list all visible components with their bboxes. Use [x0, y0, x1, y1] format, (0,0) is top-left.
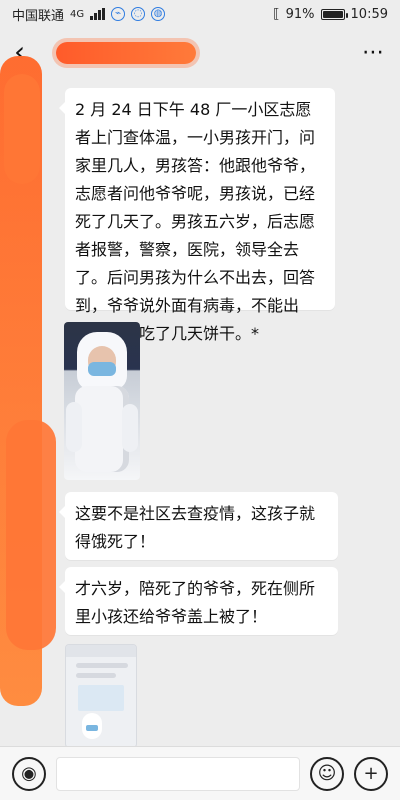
signal-icon — [90, 8, 106, 20]
account-icon: ◌ — [131, 7, 146, 21]
photo-child-arm-right — [122, 404, 138, 452]
message-bubble: 这要不是社区去查疫情，这孩子就得饿死了！ — [59, 492, 338, 560]
avatar-redaction — [4, 74, 40, 184]
wifi-icon: ⌁ — [111, 7, 126, 21]
photo-child-body — [75, 386, 129, 472]
chat-input-bar: ◉ ☺ + — [0, 746, 400, 800]
sender-redaction — [6, 420, 56, 650]
battery-icon — [320, 8, 348, 20]
time-label: 10:59 — [350, 6, 388, 22]
message-text: 2 月 24 日下午 48 厂一小区志愿者上门查体温，一小男孩开门，问家里几人，… — [75, 100, 316, 343]
emoji-icon: ☺ — [317, 763, 337, 784]
plus-icon: + — [363, 763, 379, 784]
status-right: ⟦ 91% 10:59 — [273, 7, 388, 22]
message-input[interactable] — [56, 756, 300, 791]
shared-screenshot-thumbnail[interactable] — [65, 644, 137, 748]
battery-label: 91% — [285, 6, 315, 22]
shield-icon: ◍ — [151, 7, 166, 21]
message-text: 这要不是社区去查疫情，这孩子就得饿死了！ — [75, 504, 316, 551]
more-icon: ⋯ — [362, 39, 386, 65]
vibrate-icon: ⟦ — [273, 6, 280, 22]
thumbnail-header — [66, 645, 136, 657]
chat-photo[interactable] — [64, 322, 140, 480]
chat-title-redaction — [56, 42, 196, 64]
add-button[interactable]: + — [354, 756, 388, 791]
thumbnail-line — [76, 663, 128, 668]
chat-header: ‹ ⋯ — [0, 28, 400, 76]
carrier-label: 中国联通 — [12, 8, 65, 24]
more-button[interactable]: ⋯ — [362, 40, 386, 65]
photo-child-mask — [88, 362, 116, 376]
thumbnail-image — [78, 685, 124, 711]
photo-child-arm-left — [66, 402, 82, 452]
voice-button[interactable]: ◉ — [12, 756, 46, 791]
status-bar: 中国联通 4G ⌁ ◌ ◍ ⟦ 91% 10:59 — [0, 0, 400, 28]
message-text: 才六岁，陪死了的爷爷，死在侧所里小孩还给爷爷盖上被了！ — [75, 579, 316, 626]
voice-icon: ◉ — [21, 763, 37, 784]
emoji-button[interactable]: ☺ — [310, 756, 344, 791]
input-actions: ☺ + — [310, 756, 388, 791]
status-left: 中国联通 4G ⌁ ◌ ◍ — [12, 5, 166, 24]
message-bubble: 才六岁，陪死了的爷爷，死在侧所里小孩还给爷爷盖上被了！ — [59, 567, 338, 635]
message-bubble: 2 月 24 日下午 48 厂一小区志愿者上门查体温，一小男孩开门，问家里几人，… — [59, 88, 335, 343]
thumbnail-line — [76, 673, 116, 678]
network-label: 4G — [70, 8, 85, 20]
thumbnail-mask — [86, 725, 98, 731]
